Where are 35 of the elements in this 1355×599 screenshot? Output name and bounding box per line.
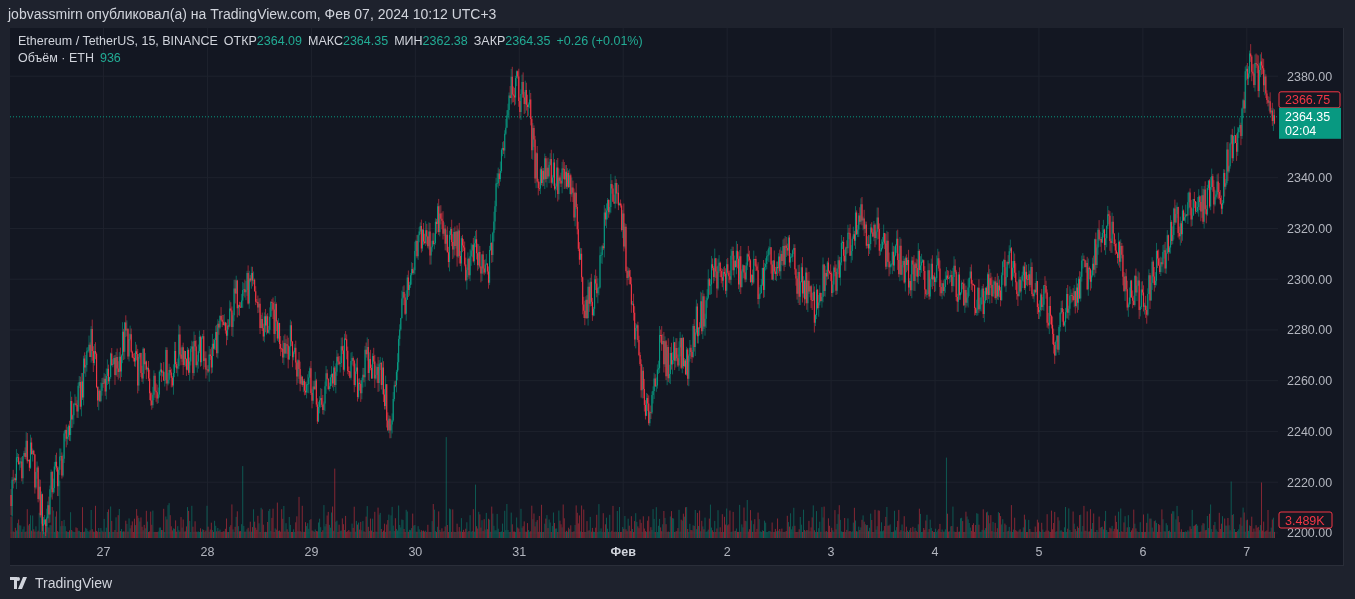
price-label: 2340.00 bbox=[1287, 171, 1333, 186]
date-label: Фев bbox=[610, 545, 636, 559]
price-label: 2220.00 bbox=[1287, 475, 1333, 490]
ohlc-value: МАКС2364.35 bbox=[308, 34, 389, 48]
price-label: 2260.00 bbox=[1287, 374, 1333, 389]
price-label: 2200.00 bbox=[1287, 526, 1333, 541]
date-label: 4 bbox=[931, 545, 939, 559]
ohlc-value: ОТКР2364.09 bbox=[223, 34, 303, 48]
date-label: 2 bbox=[723, 545, 731, 559]
price-change: +0.26 (+0.01%) bbox=[556, 34, 643, 48]
date-label: 30 bbox=[408, 545, 423, 559]
date-label: 7 bbox=[1243, 545, 1251, 559]
price-label: 2300.00 bbox=[1287, 272, 1333, 287]
price-label: 2320.00 bbox=[1287, 221, 1333, 236]
symbol-title: Ethereum / TetherUS, 15, BINANCE bbox=[18, 34, 218, 48]
date-label: 29 bbox=[304, 545, 319, 559]
volume-tag: 3.489K bbox=[1278, 511, 1333, 529]
date-label: 31 bbox=[512, 545, 527, 559]
volume-title: Объём · ETH bbox=[18, 51, 94, 65]
date-label: 28 bbox=[200, 545, 215, 559]
price-label: 2280.00 bbox=[1287, 323, 1333, 338]
price-tag: 2364.35 02:04 bbox=[1279, 107, 1341, 139]
price-label: 2380.00 bbox=[1287, 69, 1333, 84]
price-tag: 2366.75 bbox=[1278, 91, 1341, 109]
ohlc-value: МИН2362.38 bbox=[394, 34, 468, 48]
publication-info: jobvassmirn опубликовал(а) на TradingView.com, Фев 07, 2024 10:12 UTC+3 bbox=[6, 5, 498, 24]
date-label: 27 bbox=[96, 545, 111, 559]
ohlc-value: ЗАКР2364.35 bbox=[473, 34, 551, 48]
date-label: 5 bbox=[1035, 545, 1043, 559]
brand-name: TradingView bbox=[35, 574, 113, 591]
volume-value: 936 bbox=[99, 51, 121, 65]
logo-icon bbox=[10, 576, 30, 589]
date-label: 3 bbox=[827, 545, 835, 559]
price-label: 2240.00 bbox=[1287, 424, 1333, 439]
date-label: 6 bbox=[1139, 545, 1147, 559]
